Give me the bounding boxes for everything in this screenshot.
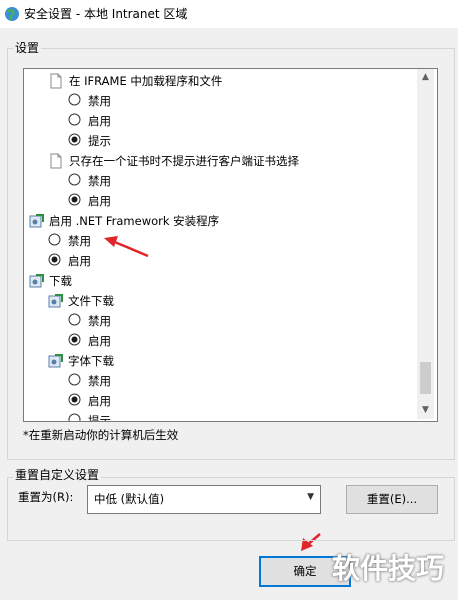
globe-icon (5, 7, 19, 21)
radio-icon (68, 93, 81, 106)
radio-icon (68, 413, 81, 421)
reset-button[interactable]: 重置(E)... (346, 485, 438, 514)
settings-package-icon (48, 354, 63, 368)
radio-icon (48, 233, 61, 246)
radio-checked-icon (68, 133, 81, 146)
scroll-up-icon[interactable]: ▲ (417, 69, 434, 86)
radio-icon (68, 173, 81, 186)
reset-level-select[interactable]: 中低 (默认值) ▼ (87, 485, 321, 514)
radio-checked-icon (48, 253, 61, 266)
radio-icon (68, 373, 81, 386)
restart-note: *在重新启动你的计算机后生效 (23, 428, 179, 442)
scroll-thumb[interactable] (420, 362, 431, 394)
settings-tree[interactable]: 在 IFRAME 中加载程序和文件 禁用 启用 提示 只存在一个证书时不提示进行… (23, 68, 438, 422)
document-icon (50, 73, 62, 89)
title-bar: 安全设置 - 本地 Intranet 区域 (0, 0, 458, 28)
window-title: 安全设置 - 本地 Intranet 区域 (24, 7, 188, 21)
watermark: 软件技巧 (320, 543, 458, 595)
chevron-down-icon: ▼ (307, 492, 314, 502)
radio-checked-icon (68, 333, 81, 346)
vertical-scrollbar[interactable]: ▲ ▼ (417, 69, 434, 419)
scroll-down-icon[interactable]: ▼ (417, 402, 434, 419)
reset-to-label: 重置为(R): (18, 490, 74, 504)
settings-group-legend: 设置 (13, 40, 42, 56)
settings-package-icon (48, 294, 63, 308)
radio-checked-icon (68, 393, 81, 406)
settings-package-icon (29, 214, 44, 228)
reset-level-value: 中低 (默认值) (94, 492, 165, 506)
radio-icon (68, 113, 81, 126)
watermark-text: 软件技巧 (332, 552, 445, 585)
document-icon (50, 153, 62, 169)
radio-icon (68, 313, 81, 326)
settings-package-icon (29, 274, 44, 288)
reset-group-legend: 重置自定义设置 (13, 467, 102, 483)
radio-checked-icon (68, 193, 81, 206)
